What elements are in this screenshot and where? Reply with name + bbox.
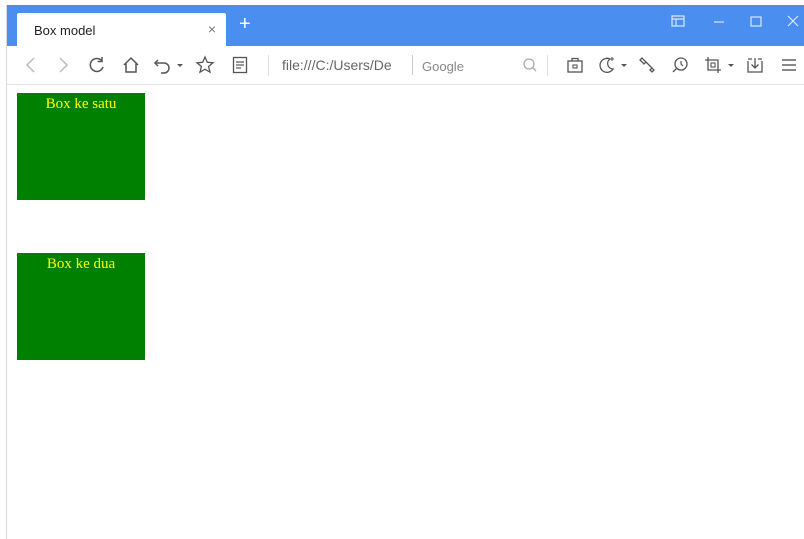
bookmark-star-icon[interactable]	[195, 55, 215, 75]
search-input[interactable]: Google	[422, 59, 464, 74]
browser-window: Box model × + file:///C:/Users/De Google…	[6, 5, 804, 539]
toolbar: file:///C:/Users/De Google	[7, 46, 804, 85]
download-icon[interactable]	[745, 55, 765, 75]
address-search-divider	[412, 55, 413, 75]
address-bar-input[interactable]: file:///C:/Users/De	[282, 57, 392, 73]
menu-icon[interactable]	[779, 55, 799, 75]
new-tab-button[interactable]: +	[239, 14, 251, 34]
tab-close-icon[interactable]: ×	[208, 21, 216, 37]
maximize-icon[interactable]	[750, 14, 762, 33]
box-two: Box ke dua	[17, 253, 145, 360]
search-icon[interactable]	[520, 55, 540, 75]
tab-title: Box model	[34, 23, 96, 38]
toolbar-divider	[547, 55, 548, 76]
back-icon[interactable]	[21, 55, 41, 75]
chevron-down-icon[interactable]	[726, 55, 736, 75]
minimize-icon[interactable]	[713, 14, 725, 33]
toolbar-divider	[268, 55, 269, 76]
forward-icon[interactable]	[53, 55, 73, 75]
tools-icon[interactable]	[637, 55, 657, 75]
box-two-label: Box ke dua	[46, 256, 116, 272]
reload-icon[interactable]	[87, 55, 107, 75]
box-one-label: Box ke satu	[45, 96, 117, 112]
reader-mode-icon[interactable]	[230, 55, 250, 75]
chevron-down-icon[interactable]	[619, 55, 629, 75]
tab-box-model[interactable]: Box model ×	[17, 13, 226, 46]
page-content: Box ke satu Box ke dua	[7, 85, 804, 539]
history-icon[interactable]	[670, 55, 690, 75]
home-icon[interactable]	[121, 55, 141, 75]
close-icon[interactable]	[787, 14, 799, 33]
briefcase-icon[interactable]	[565, 55, 585, 75]
sidebar-layout-icon[interactable]	[671, 14, 685, 33]
title-bar: Box model × +	[7, 5, 804, 46]
chevron-down-icon[interactable]	[175, 55, 185, 75]
screenshot-icon[interactable]	[703, 55, 723, 75]
night-mode-icon[interactable]	[597, 55, 617, 75]
box-one: Box ke satu	[17, 93, 145, 200]
undo-close-icon[interactable]	[152, 55, 172, 75]
